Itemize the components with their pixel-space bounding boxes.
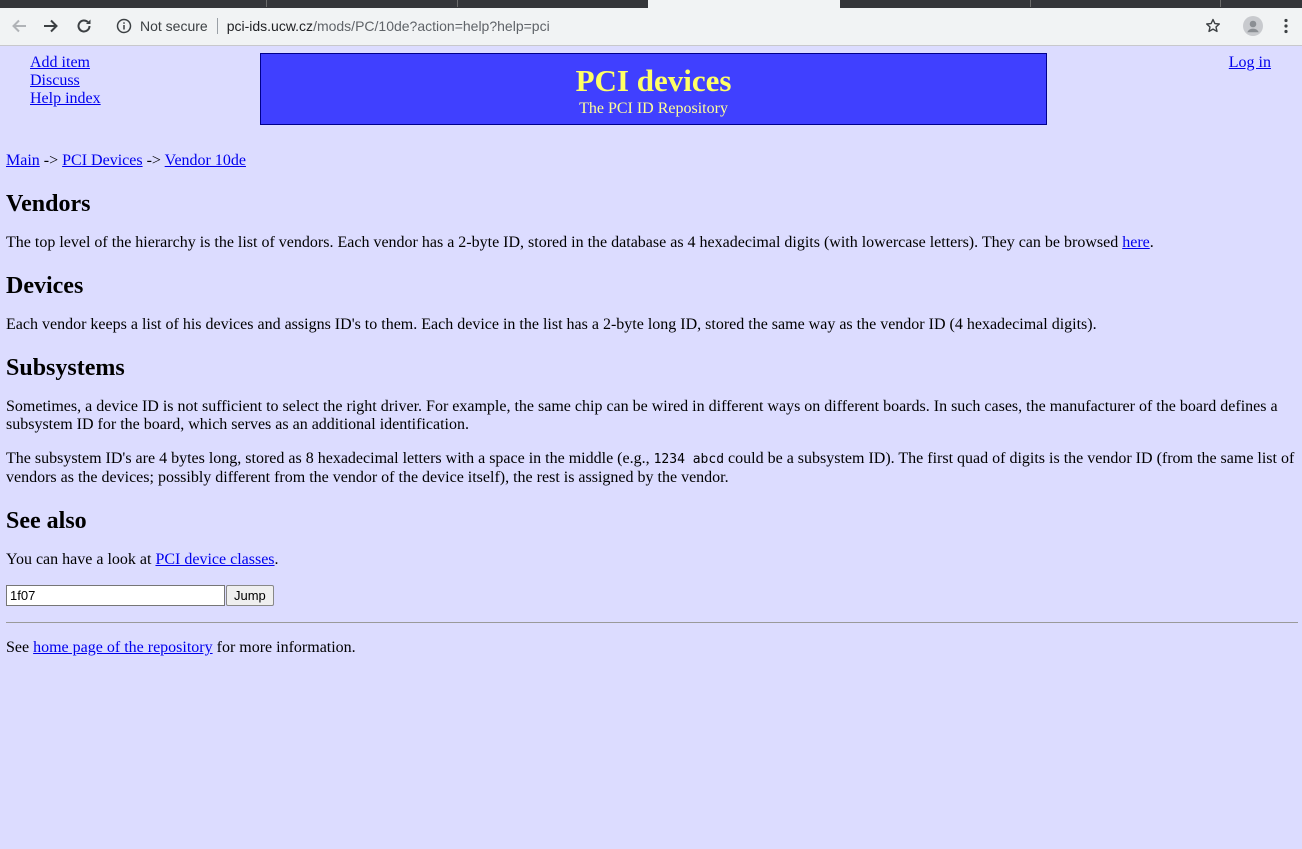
vendors-text: The top level of the hierarchy is the li… xyxy=(6,234,1123,251)
help-index-link[interactable]: Help index xyxy=(30,90,101,108)
jump-button[interactable]: Jump xyxy=(226,585,274,606)
vendors-tail: . xyxy=(1149,234,1154,251)
tab-separator xyxy=(266,0,267,7)
footer-paragraph: See home page of the repository for more… xyxy=(6,639,1298,657)
info-icon[interactable] xyxy=(116,18,132,34)
back-icon[interactable] xyxy=(6,14,32,38)
active-tab[interactable] xyxy=(648,0,840,8)
breadcrumb: Main -> PCI Devices -> Vendor 10de xyxy=(6,152,1298,170)
star-icon[interactable] xyxy=(1200,14,1226,38)
jump-form: Jump xyxy=(6,585,1298,606)
subsystems-text-start: The subsystem ID's are 4 bytes long, sto… xyxy=(6,450,654,467)
breadcrumb-main[interactable]: Main xyxy=(6,152,40,169)
tab-strip xyxy=(0,0,1302,8)
devices-heading: Devices xyxy=(6,273,84,299)
profile-icon[interactable] xyxy=(1240,14,1266,38)
site-subtitle: The PCI ID Repository xyxy=(579,100,728,117)
see-also-paragraph: You can have a look at PCI device classe… xyxy=(6,551,1298,569)
discuss-link[interactable]: Discuss xyxy=(30,72,101,90)
breadcrumb-vendor[interactable]: Vendor 10de xyxy=(165,152,246,169)
subsystems-paragraph-1: Sometimes, a device ID is not sufficient… xyxy=(6,398,1278,433)
tab-separator xyxy=(1220,0,1221,7)
tab-separator xyxy=(1030,0,1031,7)
site-banner: PCI devices The PCI ID Repository xyxy=(260,53,1047,125)
security-label[interactable]: Not secure xyxy=(140,18,208,34)
address-bar[interactable]: Not secure pci-ids.ucw.cz/mods/PC/10de?a… xyxy=(104,11,1234,41)
side-navigation: Add item Discuss Help index xyxy=(30,54,101,108)
help-content: Main -> PCI Devices -> Vendor 10de Vendo… xyxy=(6,152,1298,657)
address-divider xyxy=(216,18,218,34)
vendors-heading: Vendors xyxy=(6,191,91,217)
subsystem-id-example: 1234 abcd xyxy=(653,452,725,467)
footer-text: See xyxy=(6,639,34,656)
reload-icon[interactable] xyxy=(71,14,97,38)
subsystems-heading: Subsystems xyxy=(6,355,125,381)
subsystems-paragraph-2: The subsystem ID's are 4 bytes long, sto… xyxy=(6,450,1298,487)
forward-icon[interactable] xyxy=(38,14,64,38)
see-also-tail: . xyxy=(274,551,279,568)
menu-icon[interactable] xyxy=(1273,14,1299,38)
breadcrumb-separator: -> xyxy=(146,152,161,169)
jump-input[interactable] xyxy=(6,585,225,606)
site-title: PCI devices xyxy=(575,63,732,98)
devices-paragraph: Each vendor keeps a list of his devices … xyxy=(6,316,1097,333)
add-item-link[interactable]: Add item xyxy=(30,54,101,72)
footer-divider xyxy=(6,622,1298,623)
tab-separator xyxy=(457,0,458,7)
vendors-here-link[interactable]: here xyxy=(1122,234,1150,251)
see-also-heading: See also xyxy=(6,508,87,534)
vendors-paragraph: The top level of the hierarchy is the li… xyxy=(6,234,1298,252)
browser-toolbar: Not secure pci-ids.ucw.cz/mods/PC/10de?a… xyxy=(0,8,1302,46)
url-host[interactable]: pci-ids.ucw.cz xyxy=(227,18,313,34)
footer-tail: for more information. xyxy=(212,639,356,656)
login-link[interactable]: Log in xyxy=(1229,54,1271,72)
pci-device-classes-link[interactable]: PCI device classes xyxy=(155,551,274,568)
repository-home-link[interactable]: home page of the repository xyxy=(33,639,213,656)
see-also-text: You can have a look at xyxy=(6,551,156,568)
url-path[interactable]: /mods/PC/10de?action=help?help=pci xyxy=(313,18,550,34)
breadcrumb-pci-devices[interactable]: PCI Devices xyxy=(62,152,142,169)
page-content: Add item Discuss Help index PCI devices … xyxy=(0,46,1302,849)
breadcrumb-separator: -> xyxy=(43,152,59,169)
